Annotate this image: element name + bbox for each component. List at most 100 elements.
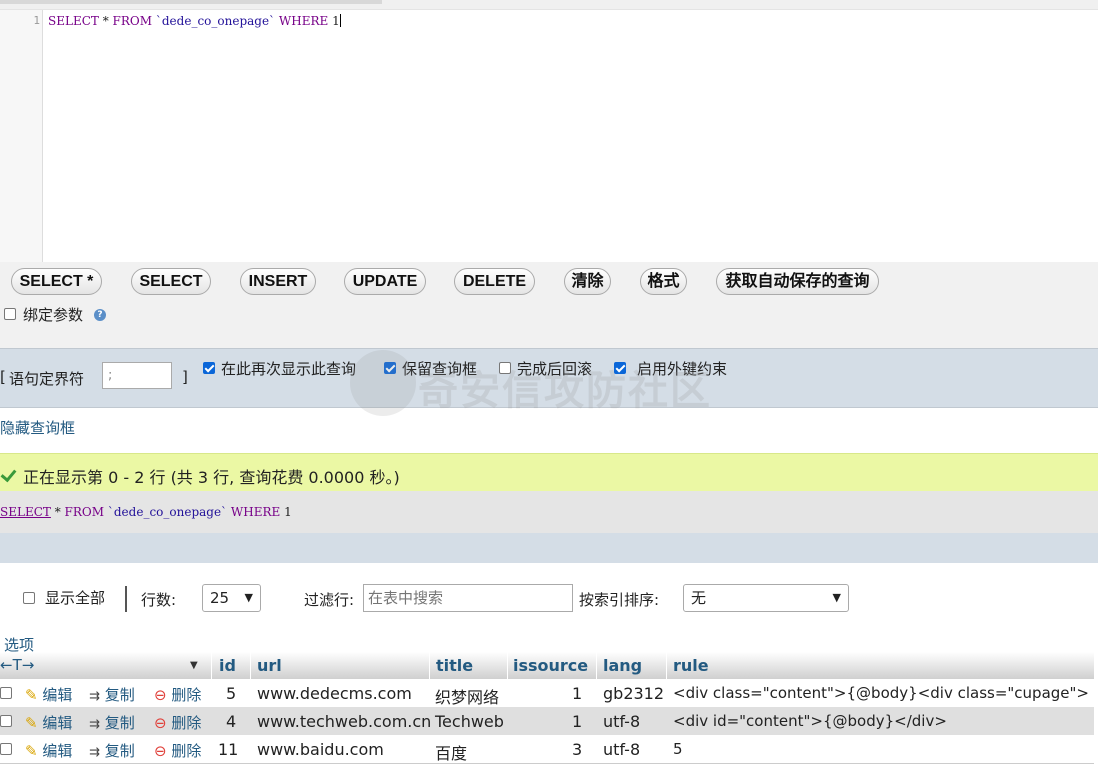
cell-lang: utf-8 bbox=[603, 740, 641, 759]
column-header-title[interactable]: title bbox=[436, 656, 473, 675]
copy-icon: ⇉ bbox=[89, 745, 100, 760]
watermark-logo-icon bbox=[350, 350, 416, 416]
clear-button[interactable]: 清除 bbox=[564, 268, 611, 295]
cell-id: 4 bbox=[226, 712, 237, 731]
sort-dropdown-icon[interactable]: ▼ bbox=[190, 660, 198, 671]
cell-lang: utf-8 bbox=[603, 712, 641, 731]
get-autosaved-query-button[interactable]: 获取自动保存的查询 bbox=[716, 268, 879, 295]
cell-id: 5 bbox=[226, 684, 237, 703]
filter-input[interactable] bbox=[363, 584, 573, 612]
select-star-button[interactable]: SELECT * bbox=[11, 268, 102, 295]
cell-title: 织梦网络 bbox=[435, 688, 500, 707]
column-arrows[interactable]: ←T→ bbox=[0, 656, 34, 674]
sort-select[interactable]: 无 ▼ bbox=[683, 584, 849, 612]
insert-button[interactable]: INSERT bbox=[240, 268, 316, 295]
sql-token: 1 bbox=[328, 14, 340, 28]
edit-action[interactable]: ✎ 编辑 bbox=[25, 712, 72, 733]
watermark-text: 奇安信攻防社区 bbox=[418, 368, 712, 414]
cell-issource: 3 bbox=[572, 740, 583, 759]
row-select-checkbox[interactable] bbox=[0, 687, 12, 699]
column-divider bbox=[507, 652, 508, 679]
delimiter-input[interactable]: ; bbox=[102, 362, 172, 389]
sql-keyword: WHERE bbox=[230, 505, 281, 519]
show-query-again-label: 在此再次显示此查询 bbox=[221, 360, 357, 378]
edit-label: 编辑 bbox=[42, 742, 73, 760]
delete-action[interactable]: ⊖ 删除 bbox=[154, 684, 201, 705]
update-button[interactable]: UPDATE bbox=[344, 268, 426, 295]
rows-select[interactable]: 25 ▼ bbox=[202, 584, 261, 612]
show-query-again-checkbox[interactable] bbox=[203, 362, 215, 374]
sort-label: 按索引排序: bbox=[579, 591, 660, 609]
divider bbox=[125, 586, 127, 612]
row-select-checkbox[interactable] bbox=[0, 715, 12, 727]
sql-text[interactable]: SELECT * FROM `dede_co_onepage` WHERE 1 bbox=[48, 14, 341, 28]
copy-action[interactable]: ⇉ 复制 bbox=[89, 740, 135, 761]
cell-title: Techweb bbox=[435, 712, 504, 731]
sql-keyword: FROM bbox=[112, 14, 153, 28]
column-header-url[interactable]: url bbox=[257, 656, 282, 675]
column-divider bbox=[596, 652, 597, 679]
sql-table-name: `dede_co_onepage` bbox=[155, 14, 276, 28]
sql-editor[interactable] bbox=[0, 0, 1098, 262]
sql-token: 1 bbox=[280, 505, 292, 519]
bind-params-checkbox[interactable] bbox=[4, 308, 16, 320]
table-bottom-border bbox=[0, 763, 1094, 764]
rows-label: 行数: bbox=[141, 591, 177, 609]
sort-value: 无 bbox=[691, 589, 707, 607]
column-header-issource[interactable]: issource bbox=[513, 656, 588, 675]
delete-action[interactable]: ⊖ 删除 bbox=[154, 740, 201, 761]
cell-url: www.dedecms.com bbox=[257, 684, 412, 703]
copy-action[interactable]: ⇉ 复制 bbox=[89, 684, 135, 705]
copy-icon: ⇉ bbox=[89, 689, 100, 704]
copy-label: 复制 bbox=[104, 742, 135, 760]
sql-table-name: `dede_co_onepage` bbox=[107, 505, 228, 519]
copy-label: 复制 bbox=[104, 686, 135, 704]
help-icon[interactable]: ? bbox=[94, 309, 106, 321]
edit-label: 编辑 bbox=[42, 714, 73, 732]
cell-lang: gb2312 bbox=[603, 684, 665, 703]
sql-keyword-link[interactable]: SELECT bbox=[0, 505, 51, 519]
pencil-icon: ✎ bbox=[25, 714, 38, 732]
cell-rule: 5 bbox=[673, 740, 683, 758]
column-header-lang[interactable]: lang bbox=[603, 656, 642, 675]
column-divider bbox=[250, 652, 251, 679]
sql-echo: SELECT * FROM `dede_co_onepage` WHERE 1 bbox=[0, 505, 292, 519]
delete-action[interactable]: ⊖ 删除 bbox=[154, 712, 201, 733]
format-button[interactable]: 格式 bbox=[640, 268, 687, 295]
sql-keyword: SELECT bbox=[48, 14, 99, 28]
chevron-down-icon: ▼ bbox=[832, 591, 841, 604]
copy-action[interactable]: ⇉ 复制 bbox=[89, 712, 135, 733]
row-select-checkbox[interactable] bbox=[0, 743, 12, 755]
delete-label: 删除 bbox=[171, 686, 202, 704]
sql-keyword: WHERE bbox=[278, 14, 329, 28]
delete-icon: ⊖ bbox=[154, 742, 167, 760]
pencil-icon: ✎ bbox=[25, 686, 38, 704]
column-header-id[interactable]: id bbox=[219, 656, 236, 675]
column-header-rule[interactable]: rule bbox=[673, 656, 709, 675]
delete-label: 删除 bbox=[171, 742, 202, 760]
rows-value: 25 bbox=[210, 589, 230, 607]
cell-url: www.techweb.com.cn bbox=[257, 712, 432, 731]
column-divider bbox=[666, 652, 667, 679]
delete-button[interactable]: DELETE bbox=[454, 268, 535, 295]
line-number: 1 bbox=[33, 14, 40, 27]
success-message: 正在显示第 0 - 2 行 (共 3 行, 查询花费 0.0000 秒。) bbox=[23, 468, 400, 487]
column-divider bbox=[429, 652, 430, 679]
column-divider bbox=[211, 652, 212, 679]
cell-id: 11 bbox=[218, 740, 239, 759]
pencil-icon: ✎ bbox=[25, 742, 38, 760]
sql-keyword: FROM bbox=[64, 505, 105, 519]
edit-action[interactable]: ✎ 编辑 bbox=[25, 740, 72, 761]
hide-query-box-link[interactable]: 隐藏查询框 bbox=[0, 417, 75, 438]
delimiter-open-bracket: [ bbox=[0, 368, 6, 386]
delete-icon: ⊖ bbox=[154, 714, 167, 732]
delete-icon: ⊖ bbox=[154, 686, 167, 704]
select-button[interactable]: SELECT bbox=[131, 268, 211, 295]
delete-label: 删除 bbox=[171, 714, 202, 732]
show-all-label: 显示全部 bbox=[45, 589, 106, 607]
delimiter-label: 语句定界符 bbox=[9, 370, 85, 388]
edit-action[interactable]: ✎ 编辑 bbox=[25, 684, 72, 705]
delimiter-close-bracket: ] bbox=[182, 368, 188, 386]
show-all-checkbox[interactable] bbox=[23, 592, 35, 604]
cell-url: www.baidu.com bbox=[257, 740, 384, 759]
